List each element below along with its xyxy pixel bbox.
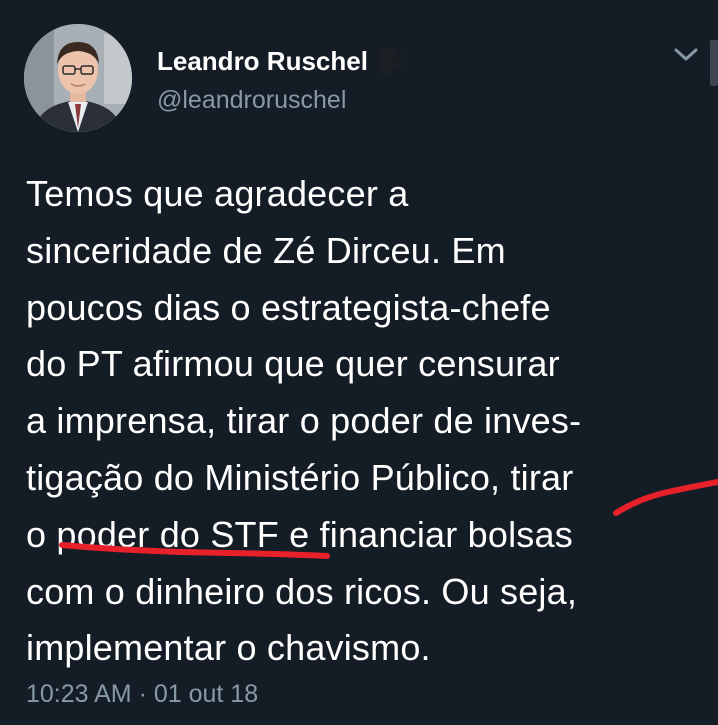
chevron-down-icon[interactable] — [672, 44, 700, 64]
tweet-text: Temos que agradecer a sinceridade de Zé … — [26, 173, 582, 669]
display-name[interactable]: Leandro Ruschel — [157, 46, 368, 77]
avatar[interactable] — [24, 24, 132, 132]
speaking-head-icon — [376, 46, 410, 76]
timestamp[interactable]: 10:23 AM · 01 out 18 — [26, 680, 258, 709]
avatar-photo — [24, 24, 132, 132]
scrollbar[interactable] — [710, 40, 718, 86]
author-row: Leandro Ruschel — [157, 42, 410, 80]
tweet-card: Leandro Ruschel @leandroruschel Temos qu… — [0, 0, 718, 725]
handle[interactable]: @leandroruschel — [157, 86, 346, 115]
